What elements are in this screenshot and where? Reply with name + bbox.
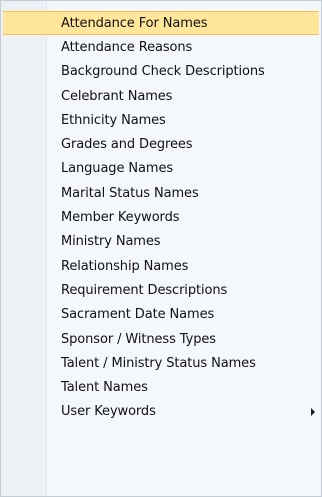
submenu-arrow-icon <box>311 407 315 416</box>
menu-item-label: Sacrament Date Names <box>61 307 215 323</box>
menu-item-talent-ministry-status-names[interactable]: Talent / Ministry Status Names <box>1 351 321 375</box>
menu-item-talent-names[interactable]: Talent Names <box>1 375 321 399</box>
menu-item-relationship-names[interactable]: Relationship Names <box>1 254 321 278</box>
menu-item-label: Attendance Reasons <box>61 39 193 55</box>
menu-item-label: Language Names <box>61 161 174 177</box>
menu-item-attendance-reasons[interactable]: Attendance Reasons <box>1 35 321 59</box>
menu-item-language-names[interactable]: Language Names <box>1 157 321 181</box>
menu-item-label: Requirement Descriptions <box>61 282 228 298</box>
menu-item-label: Member Keywords <box>61 210 180 226</box>
menu-item-celebrant-names[interactable]: Celebrant Names <box>1 84 321 108</box>
menu-item-background-check-descriptions[interactable]: Background Check Descriptions <box>1 60 321 84</box>
menu-item-sacrament-date-names[interactable]: Sacrament Date Names <box>1 303 321 327</box>
context-menu: Attendance For Names Attendance Reasons … <box>0 0 322 497</box>
menu-item-attendance-for-names[interactable]: Attendance For Names <box>3 11 319 36</box>
menu-item-label: Sponsor / Witness Types <box>61 331 216 347</box>
menu-item-label: Talent Names <box>61 380 148 396</box>
menu-item-ministry-names[interactable]: Ministry Names <box>1 230 321 254</box>
menu-item-label: Ethnicity Names <box>61 112 166 128</box>
menu-item-member-keywords[interactable]: Member Keywords <box>1 205 321 229</box>
menu-item-label: Grades and Degrees <box>61 137 193 153</box>
menu-item-label: Celebrant Names <box>61 88 173 104</box>
menu-items: Attendance For Names Attendance Reasons … <box>1 11 321 424</box>
menu-item-label: Relationship Names <box>61 258 189 274</box>
menu-item-marital-status-names[interactable]: Marital Status Names <box>1 181 321 205</box>
menu-item-ethnicity-names[interactable]: Ethnicity Names <box>1 108 321 132</box>
menu-item-sponsor-witness-types[interactable]: Sponsor / Witness Types <box>1 327 321 351</box>
menu-item-user-keywords[interactable]: User Keywords <box>1 400 321 424</box>
menu-item-label: Background Check Descriptions <box>61 64 265 80</box>
menu-item-label: Marital Status Names <box>61 185 199 201</box>
menu-item-requirement-descriptions[interactable]: Requirement Descriptions <box>1 278 321 302</box>
menu-item-label: User Keywords <box>61 404 156 420</box>
menu-item-label: Attendance For Names <box>61 15 208 31</box>
menu-item-label: Talent / Ministry Status Names <box>61 355 256 371</box>
menu-item-grades-and-degrees[interactable]: Grades and Degrees <box>1 132 321 156</box>
menu-item-label: Ministry Names <box>61 234 161 250</box>
